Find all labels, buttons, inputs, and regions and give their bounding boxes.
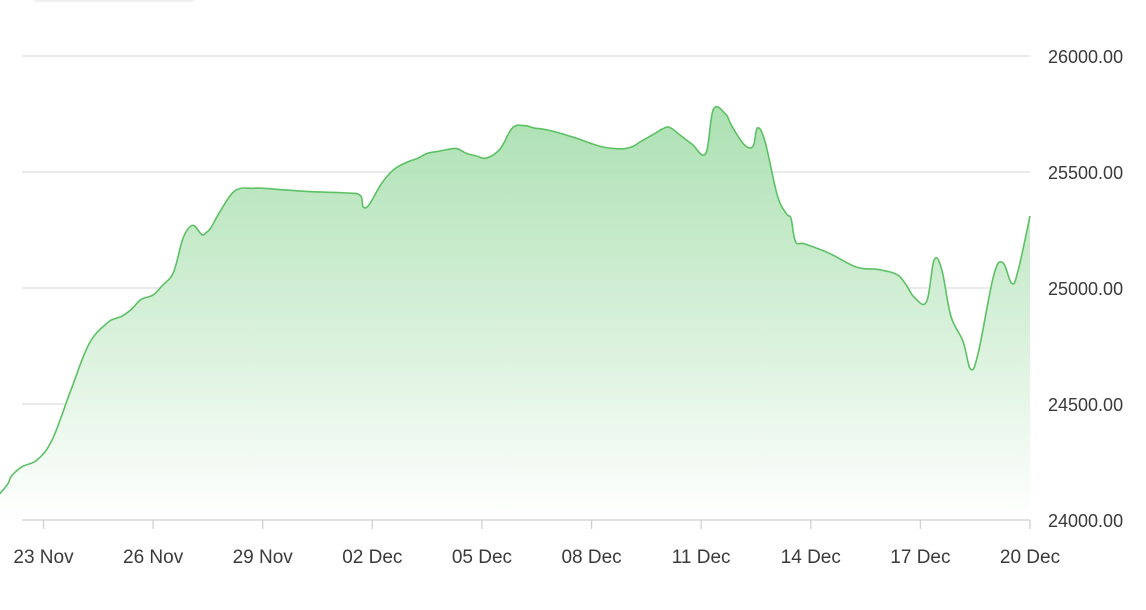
- x-tick-label: 29 Nov: [233, 547, 294, 568]
- x-tick-label: 23 Nov: [13, 547, 74, 568]
- x-tick-label: 08 Dec: [561, 547, 621, 568]
- x-tick-label: 05 Dec: [452, 547, 512, 568]
- x-tick-label: 11 Dec: [672, 547, 731, 568]
- x-axis-labels: 20 Nov23 Nov26 Nov29 Nov02 Dec05 Dec08 D…: [13, 547, 1060, 568]
- y-axis-labels: 24000.00 24500.00 25000.00 25500.00 26000.00: [1048, 47, 1123, 531]
- area-series: [0, 105, 1031, 520]
- price-area-chart: 24000.00 24500.00 25000.00 25500.00 26000.00…: [0, 47, 1123, 568]
- x-tick-label: 14 Dec: [781, 547, 841, 568]
- x-tick-label: 17 Dec: [890, 547, 950, 568]
- y-tick-label: 24000.00: [1048, 511, 1123, 531]
- y-tick-label: 26000.00: [1048, 47, 1123, 67]
- y-tick-label: 25000.00: [1048, 279, 1123, 299]
- area-fill: [0, 106, 1030, 520]
- y-tick-label: 25500.00: [1048, 163, 1123, 183]
- x-tick-label: 26 Nov: [123, 547, 184, 568]
- x-tick-label: 02 Dec: [342, 547, 402, 568]
- y-tick-label: 24500.00: [1048, 395, 1123, 415]
- x-axis: [22, 519, 1031, 529]
- x-tick-label: 20 Dec: [1000, 547, 1060, 568]
